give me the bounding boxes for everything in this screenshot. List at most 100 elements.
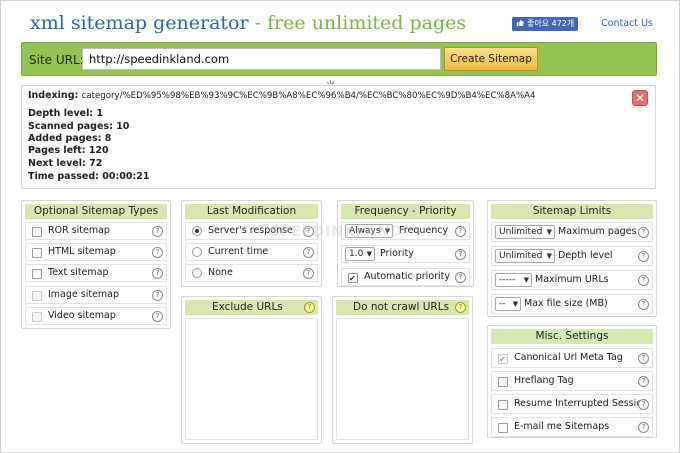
exclude-urls-title: Exclude URLs ? — [185, 300, 318, 315]
site-url-input[interactable] — [82, 48, 441, 70]
email-sitemaps-option[interactable]: E-mail me Sitemaps ? — [491, 417, 653, 437]
optional-sitemap-types-panel: Optional Sitemap Types ROR sitemap ? HTM… — [21, 200, 171, 329]
help-icon[interactable]: ? — [638, 422, 649, 433]
help-icon[interactable]: ? — [455, 272, 466, 283]
site-title-sep: - — [248, 12, 268, 34]
text-sitemap-label: Text sitemap — [48, 267, 109, 278]
html-sitemap-checkbox[interactable] — [32, 248, 42, 258]
site-title-main: xml sitemap generator — [30, 12, 249, 34]
added-value: 8 — [104, 133, 112, 144]
help-icon[interactable]: ? — [152, 290, 163, 301]
hreflang-option[interactable]: Hreflang Tag ? — [491, 371, 653, 391]
create-sitemap-button[interactable]: Create Sitemap — [444, 47, 538, 71]
max-urls-select[interactable]: ----- ▼ — [495, 273, 532, 287]
resume-session-checkbox[interactable] — [498, 400, 508, 410]
lastmod-none-option[interactable]: None ? — [185, 264, 318, 282]
frequency-priority-panel: Frequency - Priority Always ▼ Frequency ?… — [337, 200, 474, 287]
do-not-crawl-title: Do not crawl URLs ? — [336, 300, 469, 315]
html-sitemap-option[interactable]: HTML sitemap ? — [25, 243, 167, 261]
image-sitemap-checkbox[interactable] — [32, 291, 42, 301]
ror-sitemap-label: ROR sitemap — [48, 225, 110, 236]
video-sitemap-option[interactable]: Video sitemap ? — [25, 307, 167, 325]
last-modification-panel: Last Modification Server's response ? Cu… — [181, 200, 322, 287]
like-label: 좋아요 472개 — [527, 19, 575, 28]
frequency-priority-title: Frequency - Priority — [341, 204, 470, 219]
max-file-size-label: Max file size (MB) — [524, 298, 608, 309]
max-urls-row: ----- ▼ Maximum URLs ? — [491, 270, 653, 290]
priority-row: 1.0 ▼ Priority ? — [341, 245, 470, 263]
added-row: Added pages: 8 — [28, 133, 111, 144]
help-icon[interactable]: ? — [152, 226, 163, 237]
text-sitemap-option[interactable]: Text sitemap ? — [25, 264, 167, 282]
depth-label: Depth level: — [28, 108, 94, 119]
help-icon[interactable]: ? — [303, 247, 314, 258]
help-icon[interactable]: ? — [638, 376, 649, 387]
automatic-priority-checkbox[interactable] — [348, 271, 358, 287]
video-sitemap-checkbox[interactable] — [32, 312, 42, 322]
exclude-urls-panel: Exclude URLs ? — [181, 296, 322, 444]
help-icon[interactable]: ? — [455, 249, 466, 260]
none-radio[interactable] — [192, 268, 202, 278]
help-icon[interactable]: ? — [303, 268, 314, 279]
help-icon[interactable]: ? — [152, 311, 163, 322]
max-pages-select[interactable]: Unlimited ▼ — [495, 225, 555, 239]
watermark: SPEEDINKLAND — [269, 224, 403, 240]
max-pages-row: Unlimited ▼ Maximum pages ? — [491, 222, 653, 242]
do-not-crawl-textarea[interactable] — [336, 318, 469, 440]
ror-sitemap-checkbox[interactable] — [32, 227, 42, 237]
chevron-down-icon: ▼ — [523, 276, 529, 284]
scanned-value: 10 — [116, 121, 130, 132]
help-icon[interactable]: ? — [638, 399, 649, 410]
contact-us-link[interactable]: Contact Us — [601, 18, 653, 29]
canonical-url-option[interactable]: Canonical Url Meta Tag ? — [491, 348, 653, 368]
help-icon[interactable]: ? — [455, 226, 466, 237]
chevron-down-icon: ▼ — [546, 228, 552, 236]
image-sitemap-option[interactable]: Image sitemap ? — [25, 286, 167, 304]
priority-select[interactable]: 1.0 ▼ — [345, 247, 375, 261]
help-icon[interactable]: ? — [152, 268, 163, 279]
automatic-priority-label: Automatic priority — [364, 271, 451, 282]
exclude-urls-textarea[interactable] — [185, 318, 318, 440]
page-frame: xml sitemap generator - free unlimited p… — [0, 0, 680, 453]
help-icon[interactable]: ? — [638, 299, 649, 310]
resume-session-option[interactable]: Resume Interrupted Session ? — [491, 394, 653, 414]
server-response-radio[interactable] — [192, 226, 202, 236]
help-icon[interactable]: ? — [304, 302, 315, 313]
site-title-sub: free unlimited pages — [267, 12, 467, 34]
help-icon[interactable]: ? — [638, 251, 649, 262]
hreflang-label: Hreflang Tag — [514, 375, 574, 386]
help-icon[interactable]: ? — [455, 302, 466, 313]
text-sitemap-checkbox[interactable] — [32, 269, 42, 279]
optional-types-title: Optional Sitemap Types — [25, 204, 167, 219]
depth-level-select-value: Unlimited — [499, 251, 543, 261]
misc-settings-title: Misc. Settings — [491, 329, 653, 344]
frequency-label: Frequency — [399, 225, 449, 236]
facebook-like-button[interactable]: 좋아요 472개 — [512, 17, 578, 31]
close-icon[interactable]: ✕ — [632, 90, 648, 106]
email-sitemaps-checkbox[interactable] — [498, 423, 508, 433]
depth-level-select[interactable]: Unlimited ▼ — [495, 249, 555, 263]
hreflang-checkbox[interactable] — [498, 377, 508, 387]
site-title: xml sitemap generator - free unlimited p… — [30, 12, 466, 34]
help-icon[interactable]: ? — [638, 227, 649, 238]
automatic-priority-option[interactable]: Automatic priority ? — [341, 268, 470, 287]
current-time-radio[interactable] — [192, 247, 202, 257]
url-bar: Site URL: Create Sitemap — [21, 42, 657, 76]
do-not-crawl-title-text: Do not crawl URLs — [353, 301, 450, 313]
time-passed-row: Time passed: 00:00:21 — [28, 171, 150, 182]
time-passed-label: Time passed: — [28, 171, 99, 182]
pages-left-row: Pages left: 120 — [28, 145, 109, 156]
ror-sitemap-option[interactable]: ROR sitemap ? — [25, 222, 167, 240]
next-level-row: Next level: 72 — [28, 158, 102, 169]
help-icon[interactable]: ? — [638, 353, 649, 364]
canonical-url-checkbox[interactable] — [498, 352, 508, 368]
chevron-down-icon: ▼ — [512, 300, 518, 308]
max-file-size-select[interactable]: -- ▼ — [495, 297, 521, 311]
video-sitemap-label: Video sitemap — [48, 310, 116, 321]
indexing-value: category/%ED%95%98%EB%93%9C%EC%9B%A8%EC%… — [81, 91, 536, 101]
help-icon[interactable]: ? — [638, 275, 649, 286]
pages-left-value: 120 — [88, 145, 109, 156]
lastmod-current-time-option[interactable]: Current time ? — [185, 243, 318, 261]
next-level-label: Next level: — [28, 158, 86, 169]
help-icon[interactable]: ? — [152, 247, 163, 258]
